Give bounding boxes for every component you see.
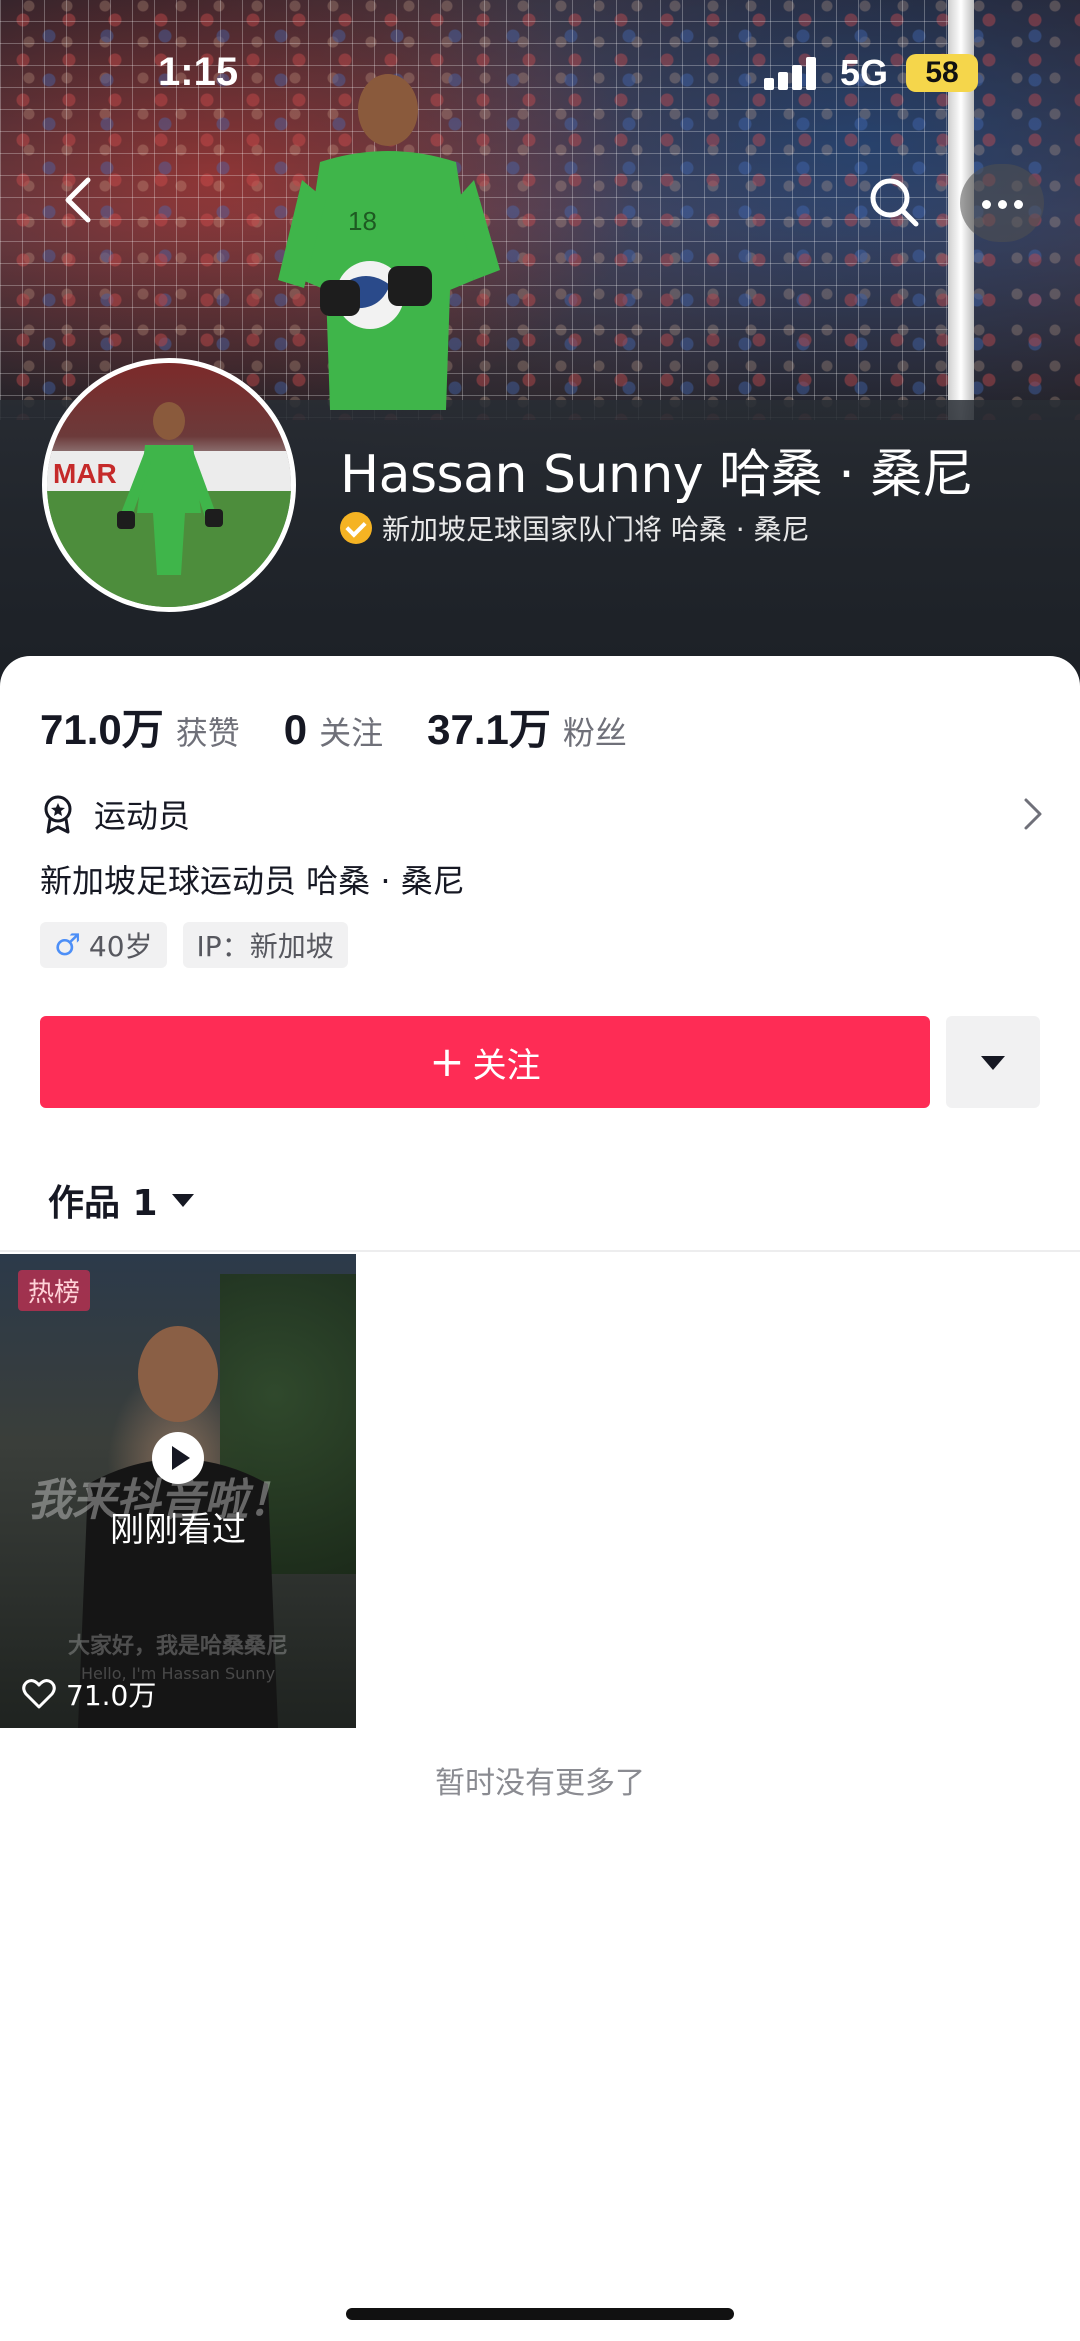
chevron-left-icon[interactable]	[50, 170, 110, 230]
no-more-text: 暂时没有更多了	[435, 1766, 645, 1801]
heart-icon	[22, 1679, 56, 1709]
status-bar: 1:15 5G 58	[0, 0, 1080, 140]
video-subtitle-cn: 大家好，我是哈桑桑尼	[67, 1634, 288, 1659]
works-tab-label: 作品 1	[48, 1183, 158, 1224]
more-dots-icon[interactable]	[960, 164, 1044, 242]
search-icon[interactable]	[862, 170, 926, 234]
follow-label: 关注	[472, 1045, 541, 1086]
network-type: 5G	[840, 52, 889, 93]
bio-text: 新加坡足球运动员 哈桑 · 桑尼	[40, 862, 465, 900]
likes-label: 获赞	[175, 714, 240, 752]
profile-stats: 71.0万 获赞 0 关注 37.1万 粉丝	[40, 696, 671, 757]
follow-button[interactable]: + 关注	[40, 1016, 930, 1108]
svg-text:MAR: MAR	[53, 458, 117, 489]
caret-down-icon	[171, 1193, 194, 1207]
verified-row: 新加坡足球国家队门将 哈桑 · 桑尼	[340, 508, 810, 548]
video-likes-count: 71.0万	[66, 1679, 157, 1712]
age-text: 40岁	[88, 930, 153, 963]
avatar[interactable]: MAR	[42, 358, 296, 612]
ip-tag: IP：新加坡	[182, 922, 348, 968]
avatar-photo: MAR	[47, 402, 291, 607]
battery-icon: 58	[906, 54, 978, 92]
profile-tags: ♂ 40岁 IP：新加坡	[40, 922, 364, 968]
plus-icon: +	[429, 1037, 465, 1086]
award-badge-icon	[44, 795, 72, 834]
hot-badge: 热榜	[18, 1270, 91, 1311]
verified-description: 新加坡足球国家队门将 哈桑 · 桑尼	[382, 513, 810, 546]
followers-count[interactable]: 37.1万	[427, 696, 551, 757]
category-label: 运动员	[94, 797, 191, 835]
ip-text: IP：新加坡	[196, 930, 334, 963]
following-count[interactable]: 0	[284, 706, 307, 754]
profile-sheet: 71.0万 获赞 0 关注 37.1万 粉丝 运动员 新加坡足球运动员 哈桑 ·…	[0, 656, 1080, 2341]
svg-text:18: 18	[348, 206, 377, 236]
chevron-right-icon[interactable]	[1014, 794, 1050, 834]
video-thumbnail[interactable]: 热榜 我来抖音啦！ 刚刚看过 大家好，我是哈桑桑尼 Hello, I'm Has…	[0, 1254, 356, 1728]
profile-name: Hassan Sunny 哈桑 · 桑尼	[340, 445, 974, 505]
tab-divider	[0, 1250, 1080, 1252]
followers-label[interactable]: 粉丝	[563, 708, 627, 754]
verified-check-icon	[340, 512, 372, 544]
play-icon	[152, 1432, 204, 1484]
watched-label: 刚刚看过	[110, 1510, 246, 1550]
recommend-dropdown-button[interactable]	[946, 1016, 1040, 1108]
likes-count: 71.0万	[40, 706, 164, 753]
tab-works[interactable]: 作品 1	[48, 1174, 194, 1226]
age-tag: ♂ 40岁	[40, 922, 167, 968]
video-likes: 71.0万	[22, 1674, 156, 1714]
male-icon: ♂	[54, 927, 81, 963]
home-indicator[interactable]	[346, 2308, 734, 2320]
signal-icon	[764, 56, 824, 90]
category-row[interactable]: 运动员	[40, 784, 1050, 844]
following-label[interactable]: 关注	[319, 708, 383, 754]
status-time: 1:15	[158, 50, 239, 94]
